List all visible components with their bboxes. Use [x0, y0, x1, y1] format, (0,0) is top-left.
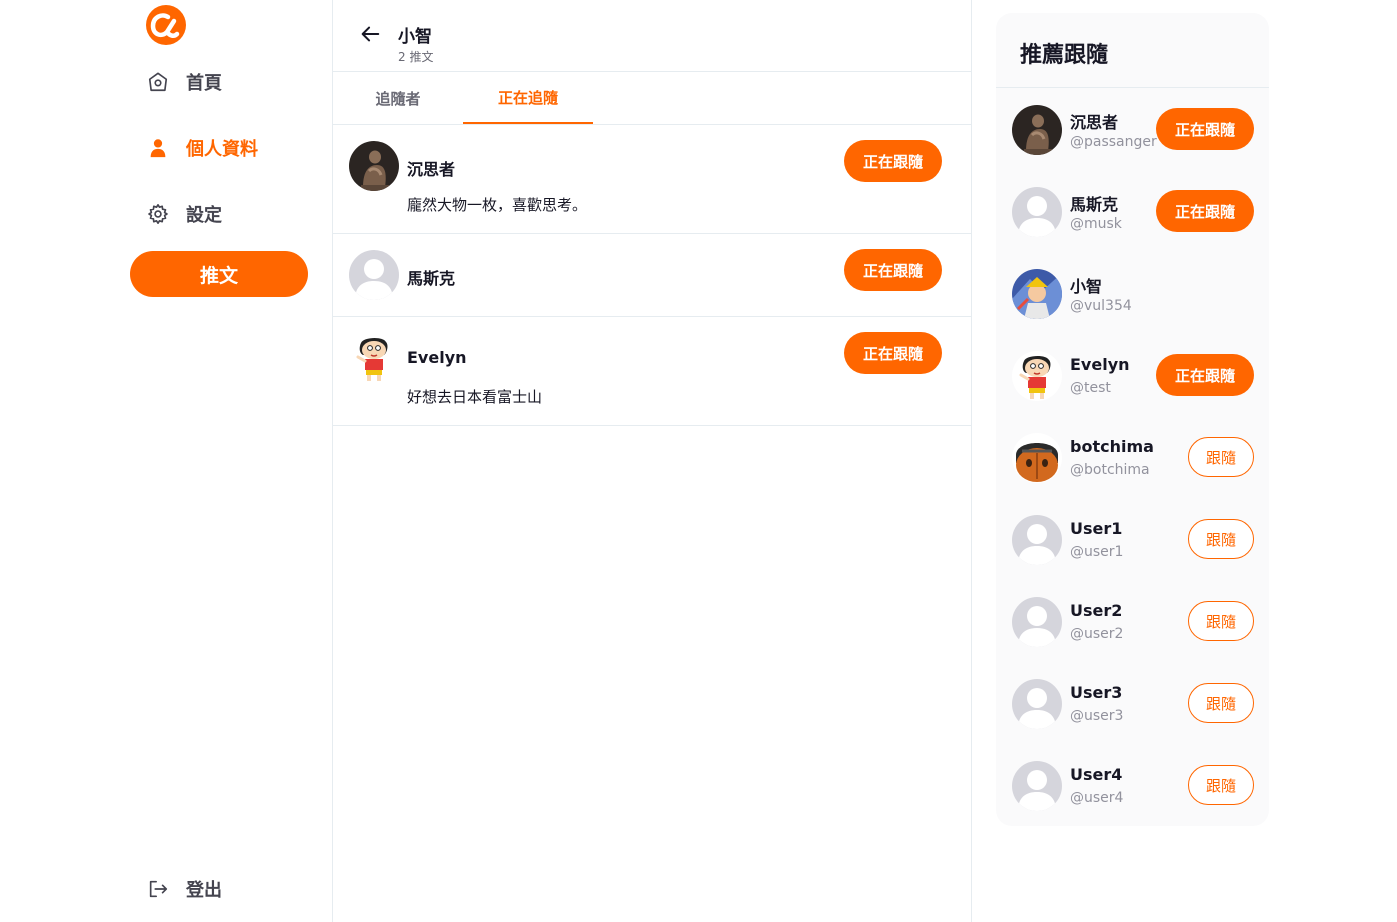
default-avatar[interactable] — [1012, 761, 1062, 811]
thinker-avatar[interactable] — [1012, 105, 1062, 155]
tweet-count: 2 推文 — [398, 50, 434, 64]
main-column: 小智 2 推文 追隨者 正在追隨 沉思者 龐然大物一枚，喜歡思考。 正在跟隨 馬… — [332, 0, 972, 922]
user-handle: @user4 — [1070, 790, 1124, 806]
list-item[interactable]: 沉思者 龐然大物一枚，喜歡思考。 正在跟隨 — [333, 125, 971, 234]
default-avatar[interactable] — [1012, 597, 1062, 647]
user-handle: @passanger — [1070, 134, 1157, 150]
follow-button[interactable]: 跟隨 — [1188, 437, 1254, 477]
user-name: 馬斯克 — [407, 269, 456, 288]
arrow-left-icon[interactable] — [359, 23, 381, 45]
following-button[interactable]: 正在跟隨 — [844, 140, 942, 182]
cartoon-boy-avatar[interactable] — [349, 333, 399, 383]
recommend-item: 小智 @vul354 — [996, 252, 1269, 334]
nav-settings[interactable]: 設定 — [146, 199, 222, 229]
nav-home-label: 首頁 — [186, 73, 222, 94]
follow-button[interactable]: 跟隨 — [1188, 519, 1254, 559]
user-name: Evelyn — [407, 348, 467, 367]
user-bio: 龐然大物一枚，喜歡思考。 — [407, 196, 588, 214]
list-item[interactable]: Evelyn 好想去日本看富士山 正在跟隨 — [333, 317, 971, 426]
user-handle: @vul354 — [1070, 298, 1132, 314]
recommend-item: User1 @user1 跟隨 — [996, 498, 1269, 580]
user-name: 小智 — [1070, 277, 1103, 296]
user-name: User4 — [1070, 765, 1123, 784]
logout-button[interactable]: 登出 — [146, 874, 222, 904]
follow-button[interactable]: 跟隨 — [1188, 683, 1254, 723]
user-handle: @musk — [1070, 216, 1122, 232]
user-name: 馬斯克 — [1070, 195, 1119, 214]
logout-label: 登出 — [186, 880, 222, 901]
nav-profile-label: 個人資料 — [186, 139, 258, 160]
user-name: User1 — [1070, 519, 1123, 538]
home-icon — [146, 70, 170, 94]
cartoon-boy-avatar[interactable] — [1012, 351, 1062, 401]
user-handle: @user3 — [1070, 708, 1124, 724]
logout-icon — [146, 877, 170, 901]
user-name: Evelyn — [1070, 355, 1130, 374]
profile-header: 小智 2 推文 — [333, 0, 971, 72]
recommend-panel: 推薦跟隨 沉思者 @passanger 正在跟隨 馬斯克 @musk 正在跟隨 … — [996, 13, 1269, 826]
follow-button[interactable]: 跟隨 — [1188, 765, 1254, 805]
user-icon — [146, 136, 170, 160]
thinker-avatar[interactable] — [349, 141, 399, 191]
nav-profile[interactable]: 個人資料 — [146, 133, 258, 163]
gear-icon — [146, 202, 170, 226]
alpha-logo-icon[interactable] — [144, 3, 188, 47]
recommend-item: User4 @user4 跟隨 — [996, 744, 1269, 826]
default-avatar[interactable] — [349, 250, 399, 300]
tab-following[interactable]: 正在追隨 — [463, 72, 593, 124]
recommend-item: botchima @botchima 跟隨 — [996, 416, 1269, 498]
recommend-item: Evelyn @test 正在跟隨 — [996, 334, 1269, 416]
recommend-item: User2 @user2 跟隨 — [996, 580, 1269, 662]
user-handle: @test — [1070, 380, 1111, 396]
recommend-item: User3 @user3 跟隨 — [996, 662, 1269, 744]
default-avatar[interactable] — [1012, 187, 1062, 237]
default-avatar[interactable] — [1012, 679, 1062, 729]
user-name: 沉思者 — [1070, 113, 1119, 132]
nav-home[interactable]: 首頁 — [146, 67, 222, 97]
user-handle: @botchima — [1070, 462, 1150, 478]
page-title: 小智 — [398, 27, 432, 47]
user-bio: 好想去日本看富士山 — [407, 388, 543, 406]
tweet-button[interactable]: 推文 — [130, 251, 308, 297]
following-button[interactable]: 正在跟隨 — [1156, 354, 1254, 396]
user-handle: @user2 — [1070, 626, 1124, 642]
tab-followers[interactable]: 追隨者 — [333, 72, 463, 124]
following-button[interactable]: 正在跟隨 — [844, 249, 942, 291]
default-avatar[interactable] — [1012, 515, 1062, 565]
follow-tabs: 追隨者 正在追隨 — [333, 72, 971, 125]
recommend-item: 馬斯克 @musk 正在跟隨 — [996, 170, 1269, 252]
user-name: botchima — [1070, 437, 1154, 456]
following-button[interactable]: 正在跟隨 — [1156, 190, 1254, 232]
following-button[interactable]: 正在跟隨 — [1156, 108, 1254, 150]
user-handle: @user1 — [1070, 544, 1124, 560]
recommend-item: 沉思者 @passanger 正在跟隨 — [996, 88, 1269, 170]
left-sidebar: 首頁 個人資料 設定 推文 登出 — [0, 0, 332, 922]
following-list: 沉思者 龐然大物一枚，喜歡思考。 正在跟隨 馬斯克 正在跟隨 Evelyn 好想… — [333, 125, 971, 426]
recommend-title: 推薦跟隨 — [1020, 43, 1109, 68]
list-item[interactable]: 馬斯克 正在跟隨 — [333, 234, 971, 317]
user-name: User2 — [1070, 601, 1123, 620]
following-button[interactable]: 正在跟隨 — [844, 332, 942, 374]
follow-button[interactable]: 跟隨 — [1188, 601, 1254, 641]
user-name: 沉思者 — [407, 160, 456, 179]
bear-avatar[interactable] — [1012, 433, 1062, 483]
nav-settings-label: 設定 — [186, 205, 222, 226]
anime-avatar[interactable] — [1012, 269, 1062, 319]
user-name: User3 — [1070, 683, 1123, 702]
